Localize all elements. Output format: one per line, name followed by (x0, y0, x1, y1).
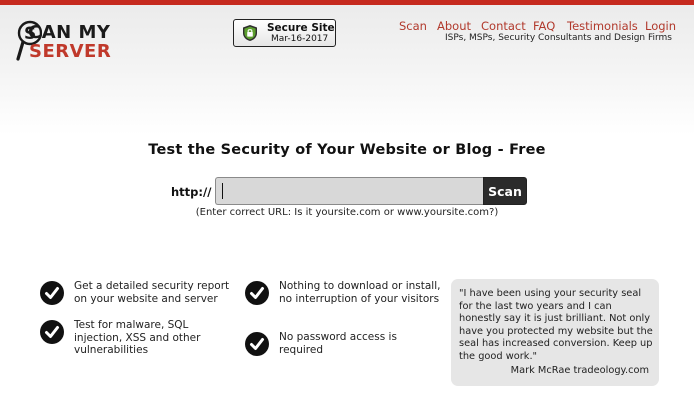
scan-button[interactable]: Scan (483, 177, 527, 205)
nav-scan-link[interactable]: Scan (399, 19, 427, 33)
top-accent-stripe (0, 0, 694, 5)
nav-testimonials-link[interactable]: Testimonials (567, 19, 638, 33)
url-input[interactable] (215, 177, 483, 205)
feature-text: Get a detailed security report on your w… (74, 280, 230, 305)
feature-text: Test for malware, SQL injection, XSS and… (74, 319, 201, 356)
page: S CAN MY SERVER Secure Site Mar-16-2017 … (0, 0, 694, 395)
nav-faq-link[interactable]: FAQ (533, 19, 555, 33)
checkmark-icon (40, 320, 64, 344)
testimonial-quote: "I have been using your security seal fo… (459, 288, 653, 362)
scan-my-server-logo[interactable]: S CAN MY SERVER (16, 17, 116, 65)
logo-text-line1: CAN MY (28, 22, 111, 43)
testimonial-author: Mark McRae tradeology.com (510, 365, 649, 376)
url-hint: (Enter correct URL: Is it yoursite.com o… (195, 207, 499, 218)
feature-text: Nothing to download or install, no inter… (279, 280, 441, 305)
nav-login-link[interactable]: Login (645, 19, 676, 33)
testimonial-card: "I have been using your security seal fo… (451, 279, 659, 386)
checkmark-icon (245, 332, 269, 356)
badge-date: Mar-16-2017 (271, 34, 329, 44)
feature-text: No password access is required (279, 331, 397, 356)
url-prefix-label: http:// (171, 185, 212, 199)
checkmark-icon (245, 281, 269, 305)
checkmark-icon (40, 281, 64, 305)
nav-about-link[interactable]: About (437, 19, 471, 33)
text-cursor (222, 183, 223, 199)
logo-text-line2: SERVER (29, 41, 112, 62)
page-headline: Test the Security of Your Website or Blo… (148, 142, 546, 158)
nav-contact-link[interactable]: Contact (481, 19, 526, 33)
badge-title: Secure Site (267, 22, 335, 34)
nav-tagline: ISPs, MSPs, Security Consultants and Des… (445, 33, 672, 43)
shield-lock-icon (243, 25, 257, 41)
secure-site-badge[interactable]: Secure Site Mar-16-2017 (233, 19, 336, 47)
